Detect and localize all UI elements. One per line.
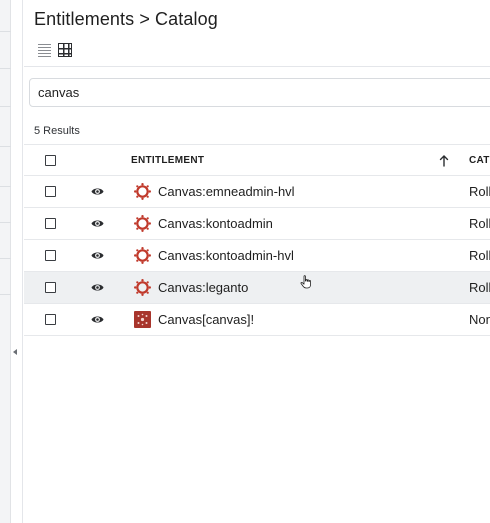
collapse-panel-handle[interactable] bbox=[11, 0, 23, 523]
header-divider bbox=[24, 66, 490, 67]
row-checkbox[interactable] bbox=[45, 250, 56, 261]
view-toggle bbox=[37, 42, 72, 58]
column-header-entitlement[interactable]: ENTITLEMENT bbox=[131, 155, 204, 166]
page-title: Entitlements > Catalog bbox=[34, 9, 218, 29]
main-content: Entitlements > Catalog 5 Results ENTITLE… bbox=[24, 0, 490, 523]
category-cell: Rolle bbox=[469, 216, 490, 231]
chevron-left-icon[interactable] bbox=[13, 349, 17, 355]
arrow-up-icon[interactable] bbox=[439, 155, 449, 167]
canvas-logo-icon bbox=[134, 279, 151, 296]
row-checkbox[interactable] bbox=[45, 282, 56, 293]
search-input[interactable] bbox=[29, 78, 490, 107]
column-header-category[interactable]: CATE bbox=[469, 155, 490, 166]
eye-icon[interactable] bbox=[91, 186, 104, 197]
nav-divider bbox=[0, 31, 11, 32]
table-row[interactable]: Canvas:leganto Rolle bbox=[24, 272, 490, 304]
canvas-logo-icon bbox=[134, 183, 151, 200]
category-cell: Rolle bbox=[469, 280, 490, 295]
category-cell: Rolle bbox=[469, 248, 490, 263]
eye-icon[interactable] bbox=[91, 282, 104, 293]
entitlement-name[interactable]: Canvas:leganto bbox=[158, 280, 248, 295]
grid-view-icon[interactable] bbox=[58, 43, 72, 57]
table-row[interactable]: Canvas[canvas]! None bbox=[24, 304, 490, 336]
canvas-square-icon bbox=[134, 311, 151, 328]
nav-divider bbox=[0, 106, 11, 107]
entitlement-name[interactable]: Canvas:kontoadmin-hvl bbox=[158, 248, 294, 263]
table-row[interactable]: Canvas:kontoadmin Rolle bbox=[24, 208, 490, 240]
select-all-checkbox[interactable] bbox=[45, 155, 56, 166]
eye-icon[interactable] bbox=[91, 314, 104, 325]
nav-divider bbox=[0, 294, 11, 295]
canvas-logo-icon bbox=[134, 247, 151, 264]
category-cell: Rolle bbox=[469, 184, 490, 199]
row-checkbox[interactable] bbox=[45, 218, 56, 229]
hand-cursor-icon bbox=[300, 275, 311, 289]
nav-divider bbox=[0, 258, 11, 259]
category-cell: None bbox=[469, 312, 490, 327]
row-checkbox[interactable] bbox=[45, 186, 56, 197]
entitlement-name[interactable]: Canvas:emneadmin-hvl bbox=[158, 184, 295, 199]
row-checkbox[interactable] bbox=[45, 314, 56, 325]
table-row[interactable]: Canvas:kontoadmin-hvl Rolle bbox=[24, 240, 490, 272]
left-nav-rail bbox=[0, 0, 11, 523]
entitlement-name[interactable]: Canvas:kontoadmin bbox=[158, 216, 273, 231]
entitlement-name[interactable]: Canvas[canvas]! bbox=[158, 312, 254, 327]
eye-icon[interactable] bbox=[91, 250, 104, 261]
table-header-row: ENTITLEMENT CATE bbox=[24, 144, 490, 176]
eye-icon[interactable] bbox=[91, 218, 104, 229]
nav-divider bbox=[0, 146, 11, 147]
nav-divider bbox=[0, 68, 11, 69]
table-row[interactable]: Canvas:emneadmin-hvl Rolle bbox=[24, 176, 490, 208]
canvas-logo-icon bbox=[134, 215, 151, 232]
results-count: 5 Results bbox=[34, 125, 80, 137]
nav-divider bbox=[0, 186, 11, 187]
list-view-icon[interactable] bbox=[37, 42, 53, 58]
entitlements-table: ENTITLEMENT CATE Canvas:emneadmin-hvl Ro… bbox=[24, 144, 490, 336]
nav-divider bbox=[0, 222, 11, 223]
